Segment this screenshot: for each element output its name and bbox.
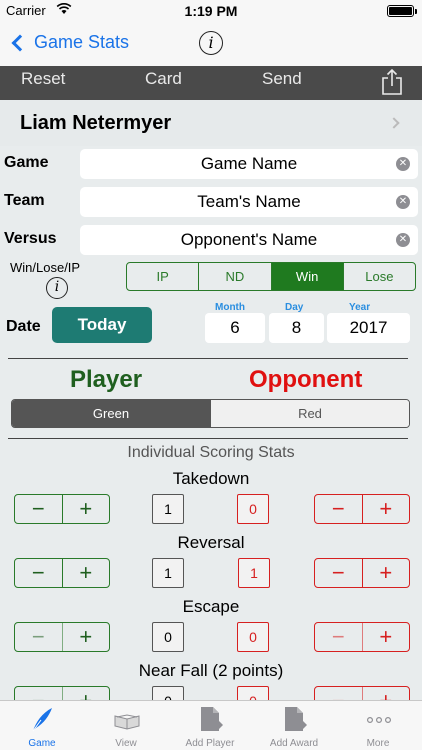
team-name-value: Team's Name (197, 192, 301, 211)
status-time: 1:19 PM (184, 3, 238, 19)
tab-label: Game (28, 738, 56, 749)
tab-bar: Game View Add Player Add Award More (0, 700, 422, 750)
opponent-escape-stepper: − + (314, 622, 410, 652)
date-label: Date (6, 318, 41, 335)
increment-button[interactable]: + (63, 495, 110, 523)
color-segmented-control: Green Red (11, 399, 410, 428)
status-bar: Carrier 1:19 PM (0, 0, 422, 22)
player-escape-count: 0 (152, 622, 184, 652)
increment-button[interactable]: + (63, 559, 110, 587)
info-icon[interactable]: i (199, 31, 223, 55)
tab-add-award[interactable]: Add Award (252, 701, 336, 750)
team-name-field[interactable]: Team's Name ✕ (80, 187, 418, 217)
tab-label: More (366, 738, 390, 749)
game-name-value: Game Name (200, 154, 298, 173)
tab-game[interactable]: Game (0, 701, 84, 750)
clear-icon[interactable]: ✕ (396, 157, 410, 171)
versus-label: Versus (4, 230, 57, 247)
back-button[interactable]: Game Stats (10, 32, 129, 53)
result-label: Win/Lose/IP (10, 260, 81, 275)
chevron-left-icon (11, 34, 29, 51)
send-button[interactable]: Send (262, 69, 302, 89)
game-name-field[interactable]: Game Name ✕ (80, 149, 418, 179)
add-player-icon (198, 706, 223, 732)
opponent-takedown-count: 0 (237, 494, 269, 524)
player-escape-stepper: − + (14, 622, 110, 652)
year-field[interactable]: 2017 (327, 313, 410, 343)
decrement-button[interactable]: − (315, 495, 363, 523)
tab-more[interactable]: More (336, 701, 420, 750)
player-reversal-stepper: − + (14, 558, 110, 588)
result-option-ip[interactable]: IP (127, 263, 200, 290)
decrement-button[interactable]: − (15, 495, 63, 523)
add-award-icon (282, 706, 307, 732)
opponent-name-field[interactable]: Opponent's Name ✕ (80, 225, 418, 255)
result-option-nd[interactable]: ND (199, 263, 272, 290)
opponent-reversal-count: 1 (238, 558, 270, 588)
player-takedown-count: 1 (152, 494, 184, 524)
quill-icon (30, 706, 54, 732)
reset-button[interactable]: Reset (21, 69, 65, 89)
navigation-bar: Game Stats i (0, 22, 422, 66)
game-label: Game (4, 154, 49, 171)
opponent-side-label: Opponent (249, 366, 363, 393)
action-toolbar: Reset Card Send (0, 66, 422, 100)
share-icon[interactable] (381, 68, 403, 95)
chevron-right-icon (388, 117, 400, 129)
card-button[interactable]: Card (145, 69, 182, 89)
battery-icon (387, 5, 417, 17)
decrement-button[interactable]: − (15, 623, 63, 651)
result-segmented-control: IP ND Win Lose (126, 262, 416, 291)
player-name: Liam Netermyer (20, 112, 172, 134)
tab-view[interactable]: View (84, 701, 168, 750)
opponent-reversal-stepper: − + (314, 558, 410, 588)
player-selector-row[interactable]: Liam Netermyer (0, 100, 422, 146)
divider (8, 438, 408, 439)
decrement-button[interactable]: − (315, 559, 363, 587)
result-option-win[interactable]: Win (271, 263, 344, 290)
increment-button[interactable]: + (363, 559, 410, 587)
year-caption: Year (349, 302, 371, 313)
scoring-section-title: Individual Scoring Stats (127, 444, 295, 461)
month-field[interactable]: 6 (205, 313, 265, 343)
tab-add-player[interactable]: Add Player (168, 701, 252, 750)
player-side-label: Player (70, 366, 143, 393)
color-option-red[interactable]: Red (210, 400, 409, 427)
back-button-label: Game Stats (34, 32, 130, 52)
today-button[interactable]: Today (52, 307, 152, 343)
player-reversal-count: 1 (152, 558, 184, 588)
color-option-green[interactable]: Green (12, 400, 210, 427)
divider (8, 358, 408, 359)
day-caption: Day (285, 302, 304, 313)
tab-label: View (115, 738, 137, 749)
stat-title-near-fall: Near Fall (2 points) (138, 661, 284, 680)
stat-title-reversal: Reversal (177, 533, 245, 552)
stat-title-takedown: Takedown (172, 469, 250, 488)
stat-title-escape: Escape (182, 597, 240, 616)
team-label: Team (4, 192, 45, 209)
clear-icon[interactable]: ✕ (396, 233, 410, 247)
opponent-takedown-stepper: − + (314, 494, 410, 524)
day-field[interactable]: 8 (269, 313, 324, 343)
opponent-name-value: Opponent's Name (180, 230, 318, 249)
increment-button[interactable]: + (63, 623, 110, 651)
decrement-button[interactable]: − (15, 559, 63, 587)
player-takedown-stepper: − + (14, 494, 110, 524)
more-icon (366, 706, 392, 732)
book-icon (114, 706, 140, 732)
increment-button[interactable]: + (363, 623, 410, 651)
month-caption: Month (215, 302, 245, 313)
opponent-escape-count: 0 (237, 622, 269, 652)
increment-button[interactable]: + (363, 495, 410, 523)
result-option-lose[interactable]: Lose (344, 263, 415, 290)
info-icon[interactable]: i (46, 277, 68, 299)
tab-label: Add Player (185, 738, 235, 749)
clear-icon[interactable]: ✕ (396, 195, 410, 209)
decrement-button[interactable]: − (315, 623, 363, 651)
tab-label: Add Award (269, 738, 319, 749)
